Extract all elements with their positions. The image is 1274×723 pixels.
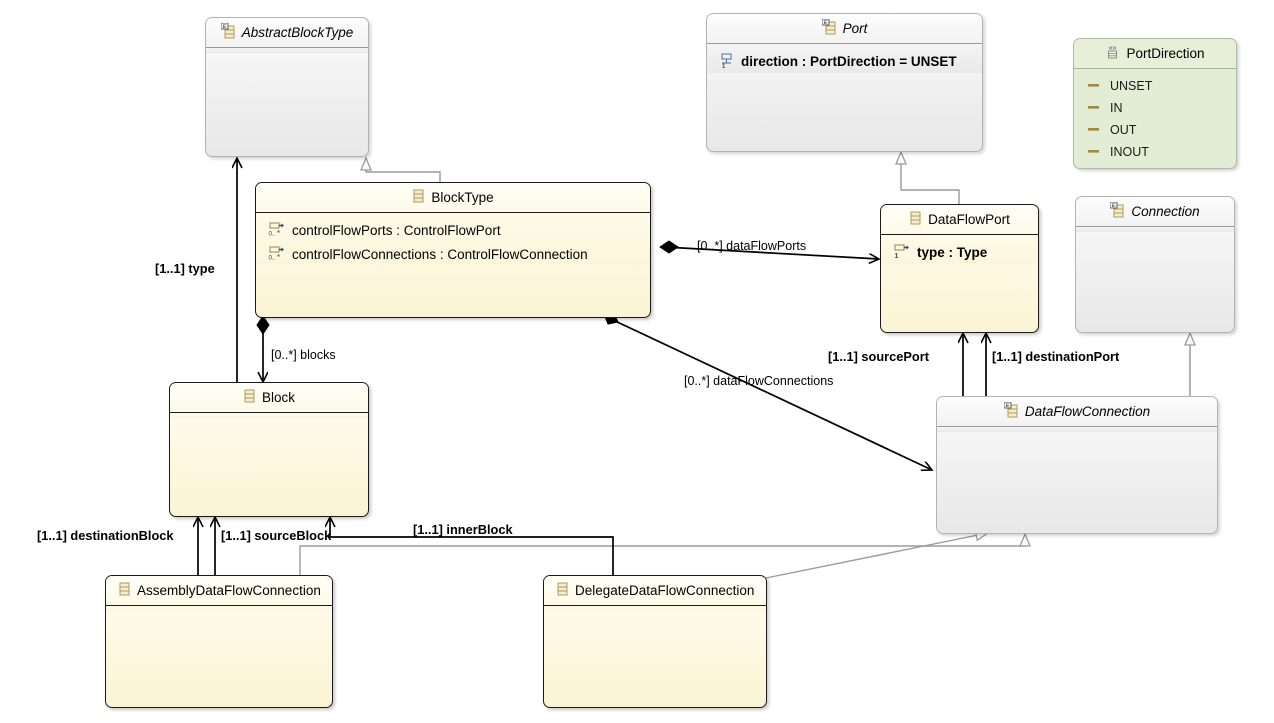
edge-label-innerblock: [1..1] innerBlock (413, 522, 513, 537)
eclass-abstract-icon: E (1109, 201, 1125, 221)
uml-diagram-canvas: E AbstractBlockType E Port 1 direction:… (0, 0, 1274, 723)
enum-literal: IN (1074, 97, 1236, 119)
class-attributes-abstractblocktype (206, 48, 368, 53)
class-node-assemblydataflowconnection[interactable]: AssemblyDataFlowConnection (105, 575, 333, 708)
class-header-dataflowconnection: E DataFlowConnection (937, 397, 1217, 427)
eclass-icon (243, 388, 256, 407)
edge-label-destinationport: [1..1] destinationPort (992, 349, 1120, 364)
edge-label-type: [1..1] type (155, 261, 215, 276)
edge-blocktype-composes-dataflowconnection (603, 312, 932, 470)
enum-literal-label: OUT (1110, 123, 1137, 137)
attribute-row: 1 direction : PortDirection = UNSET (707, 49, 982, 73)
class-name-dataflowport: DataFlowPort (928, 212, 1010, 227)
edge-label-dataflowports: [0..*] dataFlowPorts (697, 239, 807, 253)
eclass-icon (909, 210, 922, 229)
attribute-row: 0.. * controlFlowPorts : ControlFlowPort (256, 218, 650, 242)
svg-text:1: 1 (895, 252, 899, 258)
literal-dash-icon (1088, 123, 1101, 137)
class-header-dataflowport: DataFlowPort (881, 205, 1038, 235)
enum-literals-portdirection: UNSET IN OUT INOUT (1074, 69, 1236, 163)
class-header-delegatedataflowconnection: DelegateDataFlowConnection (544, 576, 766, 606)
class-name-port: Port (842, 21, 868, 36)
attribute-row: 1 type : Type (881, 240, 1038, 264)
literal-dash-icon (1088, 101, 1101, 115)
eclass-icon (118, 581, 131, 600)
eenum-icon: «» (1105, 44, 1120, 63)
class-attributes-blocktype: 0.. * controlFlowPorts : ControlFlowPort… (256, 213, 650, 266)
enum-literal: INOUT (1074, 141, 1236, 163)
class-header-abstractblocktype: E AbstractBlockType (206, 18, 368, 48)
ereference-icon: 1 (893, 243, 910, 262)
attribute-label: direction : PortDirection = UNSET (741, 53, 957, 69)
class-node-dataflowconnection[interactable]: E DataFlowConnection (936, 396, 1218, 534)
class-name-assemblydataflowconnection: AssemblyDataFlowConnection (137, 583, 321, 598)
eattribute-icon: 1 (719, 52, 734, 71)
edge-label-sourceport: [1..1] sourcePort (828, 349, 929, 364)
class-name-connection: Connection (1131, 204, 1200, 219)
attribute-row: 0.. * controlFlowConnections : ControlFl… (256, 242, 650, 266)
class-node-block[interactable]: Block (169, 382, 369, 517)
class-header-port: E Port (707, 14, 982, 44)
enum-name-portdirection: PortDirection (1126, 46, 1205, 61)
ereference-icon: 0.. * (268, 245, 285, 264)
edge-label-sourceblock: [1..1] sourceBlock (221, 528, 332, 543)
class-attributes-dataflowport: 1 type : Type (881, 235, 1038, 264)
edge-dataflowport-generalizes-port (895, 150, 960, 204)
class-header-block: Block (170, 383, 368, 413)
edge-label-blocks: [0..*] blocks (271, 348, 336, 362)
class-attributes-port: 1 direction : PortDirection = UNSET (707, 44, 982, 73)
edge-blocktype-generalizes-abstractblocktype (360, 156, 441, 182)
edge-delegate-generalizes-dataflowconnection (765, 529, 990, 579)
ereference-icon: 0.. * (268, 221, 285, 240)
svg-text:0..: 0.. (269, 254, 276, 261)
eclass-abstract-icon: E (821, 18, 837, 38)
class-name-delegatedataflowconnection: DelegateDataFlowConnection (575, 583, 755, 598)
class-node-dataflowport[interactable]: DataFlowPort 1 type : Type (880, 204, 1039, 333)
class-name-abstractblocktype: AbstractBlockType (241, 25, 354, 40)
enum-literal-label: INOUT (1110, 145, 1149, 159)
class-name-block: Block (261, 390, 295, 405)
eclass-abstract-icon: E (220, 22, 236, 42)
class-header-connection: E Connection (1076, 197, 1234, 227)
literal-dash-icon (1088, 79, 1101, 93)
enum-literal: UNSET (1074, 75, 1236, 97)
class-attributes-connection (1076, 227, 1234, 232)
class-node-blocktype[interactable]: BlockType 0.. * controlFlowPorts : Contr… (255, 182, 651, 318)
eclass-abstract-icon: E (1003, 401, 1019, 421)
svg-text:*: * (277, 228, 280, 236)
class-header-assemblydataflowconnection: AssemblyDataFlowConnection (106, 576, 332, 606)
eclass-icon (412, 188, 425, 207)
class-attributes-block (170, 413, 368, 418)
enum-literal-label: UNSET (1110, 79, 1153, 93)
literal-dash-icon (1088, 145, 1101, 159)
svg-text:1: 1 (722, 64, 726, 68)
eclass-icon (556, 581, 569, 600)
attribute-label: controlFlowConnections : ControlFlowConn… (292, 246, 588, 262)
class-attributes-assemblydataflowconnection (106, 606, 332, 611)
enum-literal-label: IN (1110, 101, 1123, 115)
class-header-blocktype: BlockType (256, 183, 650, 213)
class-name-blocktype: BlockType (431, 190, 494, 205)
attribute-label: type : Type (917, 244, 988, 260)
class-node-abstractblocktype[interactable]: E AbstractBlockType (205, 17, 369, 157)
class-node-connection[interactable]: E Connection (1075, 196, 1235, 333)
edge-blocktype-composes-block (256, 315, 270, 382)
class-node-delegatedataflowconnection[interactable]: DelegateDataFlowConnection (543, 575, 767, 708)
class-attributes-delegatedataflowconnection (544, 606, 766, 611)
enum-node-portdirection[interactable]: «» PortDirection UNSET IN OUT INOUT (1073, 38, 1237, 169)
enum-header-portdirection: «» PortDirection (1074, 39, 1236, 69)
class-attributes-dataflowconnection (937, 427, 1217, 432)
edge-assembly-generalizes-dataflowconnection (299, 532, 1031, 575)
class-name-dataflowconnection: DataFlowConnection (1024, 404, 1151, 419)
edge-label-dataflowconnections: [0..*] dataFlowConnections (684, 374, 834, 388)
enum-literal: OUT (1074, 119, 1236, 141)
svg-text:0..: 0.. (269, 230, 276, 237)
class-node-port[interactable]: E Port 1 direction : PortDirection = UNS… (706, 13, 983, 152)
edge-label-destinationblock: [1..1] destinationBlock (37, 528, 174, 543)
attribute-label: controlFlowPorts : ControlFlowPort (292, 222, 501, 238)
svg-text:*: * (277, 252, 280, 260)
